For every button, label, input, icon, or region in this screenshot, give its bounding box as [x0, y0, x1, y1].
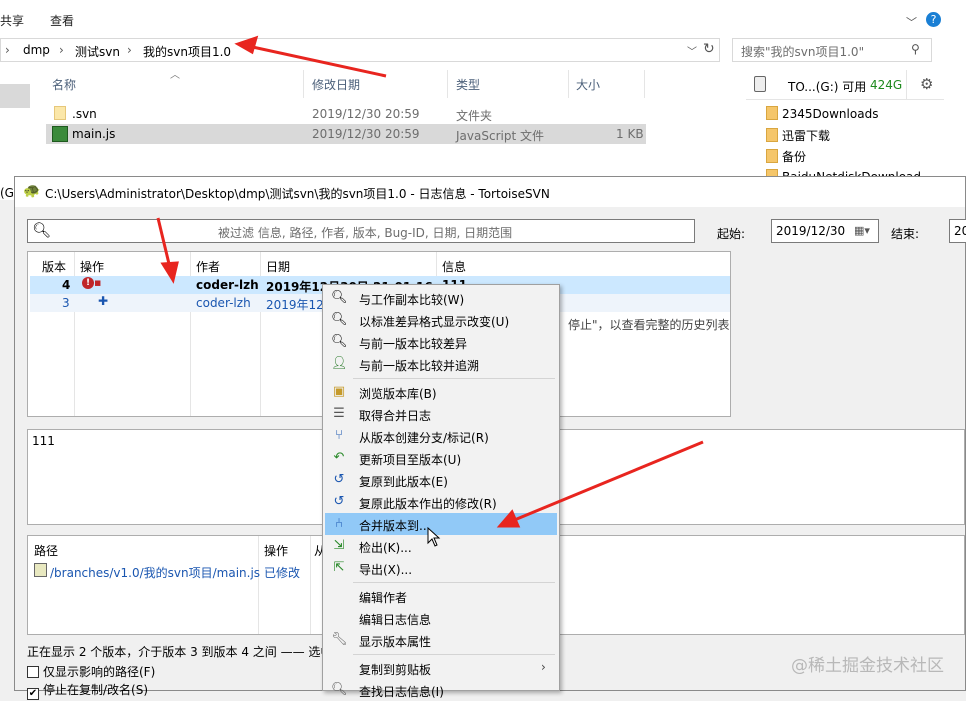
annotation-arrowhead	[496, 509, 521, 528]
annotation-arrow	[156, 217, 172, 269]
annotation-arrowhead	[160, 261, 179, 284]
annotation-arrow	[511, 440, 704, 523]
annotation-arrow	[247, 44, 387, 78]
watermark: @稀土掘金技术社区	[791, 656, 944, 676]
annotation-arrowhead	[234, 35, 259, 55]
annotation-arrows	[156, 35, 704, 528]
